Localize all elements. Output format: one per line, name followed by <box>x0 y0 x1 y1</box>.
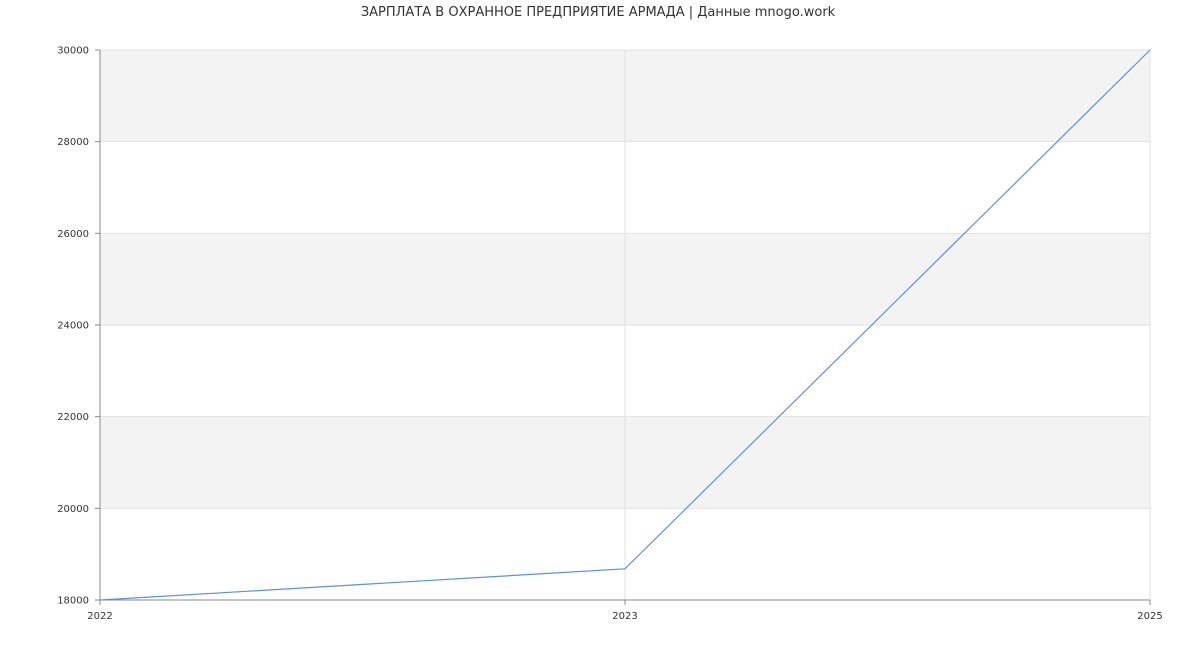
chart-title: ЗАРПЛАТА В ОХРАННОЕ ПРЕДПРИЯТИЕ АРМАДА |… <box>361 5 836 20</box>
y-axis-ticks: 18000 20000 22000 24000 26000 28000 30000 <box>57 46 100 607</box>
y-tick-label: 24000 <box>57 321 89 332</box>
x-axis-ticks: 2022 2023 2025 <box>87 600 1163 622</box>
line-chart: ЗАРПЛАТА В ОХРАННОЕ ПРЕДПРИЯТИЕ АРМАДА |… <box>57 5 1163 622</box>
y-tick-label: 18000 <box>57 596 89 607</box>
x-tick-label: 2022 <box>87 611 112 622</box>
y-tick-label: 30000 <box>57 46 89 57</box>
y-tick-label: 26000 <box>57 229 89 240</box>
y-tick-label: 22000 <box>57 412 89 423</box>
x-tick-label: 2023 <box>612 611 637 622</box>
y-tick-label: 28000 <box>57 137 89 148</box>
y-tick-label: 20000 <box>57 504 89 515</box>
x-tick-label: 2025 <box>1137 611 1162 622</box>
chart-container: ЗАРПЛАТА В ОХРАННОЕ ПРЕДПРИЯТИЕ АРМАДА |… <box>0 0 1200 650</box>
